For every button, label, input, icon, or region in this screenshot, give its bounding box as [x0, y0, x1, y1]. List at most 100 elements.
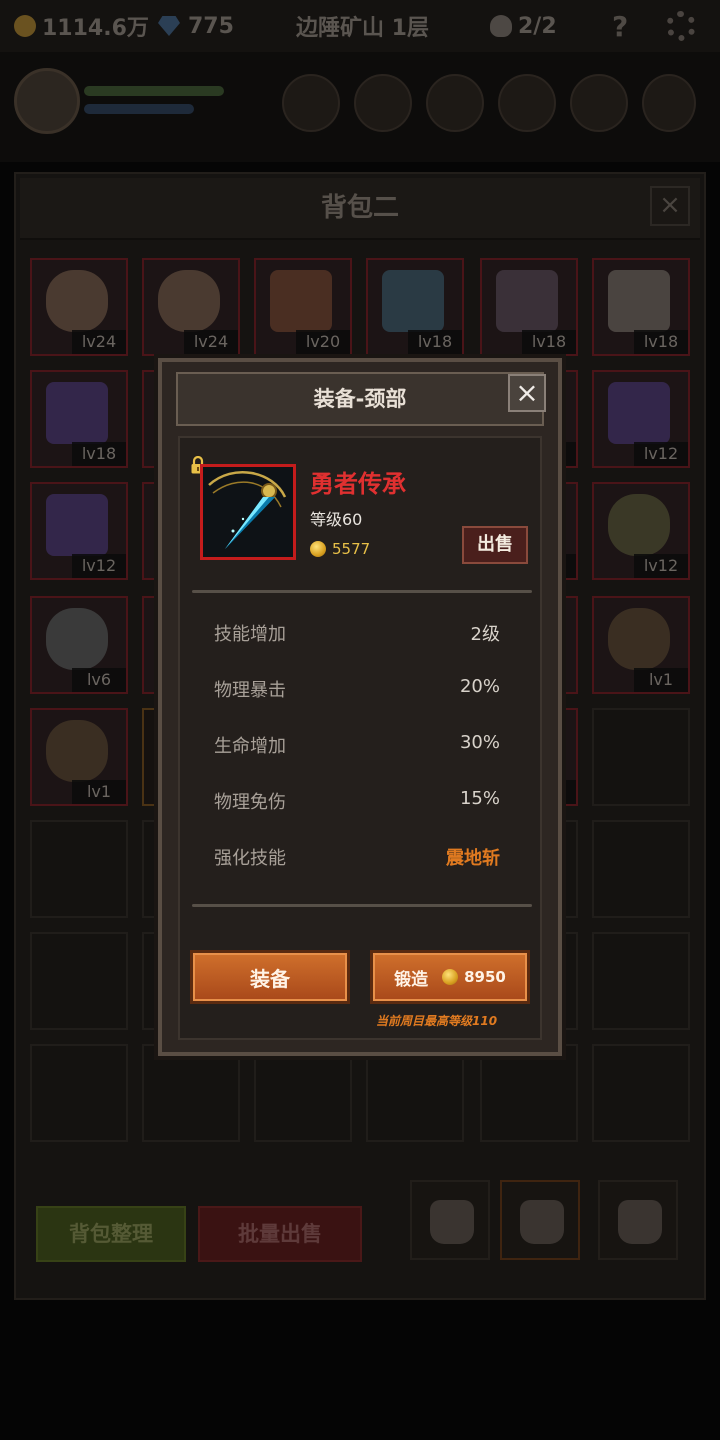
inventory-slot[interactable] [30, 820, 128, 918]
inventory-slot[interactable] [30, 1044, 128, 1142]
item-level: 等级60 [310, 510, 363, 529]
stat-value: 20% [459, 676, 500, 697]
inventory-slot[interactable]: lv18 [592, 258, 690, 356]
item-sell-price: 5577 [310, 540, 370, 558]
stat-row: 强化技能 震地斩 [214, 844, 500, 874]
dialog-close-button[interactable]: × [508, 374, 546, 412]
hero-portrait[interactable] [14, 68, 80, 134]
inventory-slot[interactable] [254, 1044, 352, 1142]
gold-coin-icon [442, 969, 459, 985]
horned-helmet-icon [158, 270, 220, 332]
inventory-slot[interactable] [480, 1044, 578, 1142]
divider [192, 904, 532, 907]
forge-cost: 8950 [464, 968, 506, 986]
inventory-slot[interactable]: lv24 [30, 258, 128, 356]
stat-label: 物理暴击 [214, 680, 286, 701]
stat-row: 物理免伤 15% [214, 788, 500, 818]
item-level-badge: lv18 [522, 330, 576, 354]
item-level-badge: lv24 [184, 330, 238, 354]
gem-amount: 775 [188, 13, 234, 39]
location-text: 边陲矿山 1层 [296, 16, 429, 41]
inventory-slot[interactable]: lv12 [592, 482, 690, 580]
gold-coin-icon [14, 15, 36, 37]
skill-slot[interactable] [354, 74, 412, 132]
inventory-slot[interactable] [366, 1044, 464, 1142]
inventory-slot[interactable] [592, 708, 690, 806]
inventory-slot[interactable]: lv6 [30, 596, 128, 694]
equipment-detail-dialog: 装备-颈部 × 勇者传承 等级60 5577 出售 技能增加 2级 物理暴击 2… [158, 358, 562, 1056]
item-level-badge: lv1 [634, 668, 688, 692]
inventory-slot[interactable]: lv12 [30, 482, 128, 580]
amulet-icon [608, 382, 670, 444]
gold-amount: 1114.6万 [42, 16, 149, 41]
backpack-title-text: 背包二 [320, 193, 399, 223]
sort-backpack-button[interactable]: 背包整理 [36, 1206, 186, 1262]
inventory-slot[interactable]: lv1 [592, 596, 690, 694]
backpack-tab-3[interactable] [598, 1180, 678, 1260]
amulet-icon [46, 494, 108, 556]
sword-icon [608, 270, 670, 332]
help-icon: ? [612, 9, 629, 43]
divider [192, 590, 532, 593]
stat-label: 物理免伤 [214, 792, 286, 813]
forge-button[interactable]: 锻造 8950 [370, 950, 530, 1004]
stat-label: 强化技能 [214, 848, 286, 869]
item-level-badge: lv18 [634, 330, 688, 354]
round-shield-icon [608, 494, 670, 556]
item-level-badge: lv24 [72, 330, 126, 354]
dialog-title: 装备-颈部 [313, 387, 407, 411]
inventory-slot[interactable] [592, 820, 690, 918]
item-icon-frame [200, 464, 296, 560]
wooden-shield-icon [608, 608, 670, 670]
stat-value: 2级 [470, 624, 500, 645]
settings-button[interactable] [666, 11, 696, 41]
horned-helmet-icon [46, 270, 108, 332]
skill-slot[interactable] [426, 74, 484, 132]
inventory-slot[interactable]: lv18 [30, 370, 128, 468]
top-bar: 1114.6万 775 边陲矿山 1层 2/2 ? [0, 0, 720, 52]
skill-slot[interactable] [282, 74, 340, 132]
batch-sell-button[interactable]: 批量出售 [198, 1206, 362, 1262]
inventory-slot[interactable] [142, 1044, 240, 1142]
backpack-close-button[interactable]: × [650, 186, 690, 226]
skill-slot[interactable] [498, 74, 556, 132]
pendant-icon [203, 467, 293, 557]
enhanced-skill-value: 震地斩 [446, 848, 500, 869]
amulet-icon [46, 382, 108, 444]
close-icon: × [515, 376, 539, 409]
inventory-slot[interactable]: lv20 [254, 258, 352, 356]
help-button[interactable]: ? [612, 9, 629, 43]
sell-button[interactable]: 出售 [462, 526, 528, 564]
inventory-slot[interactable]: lv1 [30, 708, 128, 806]
skull-count: 2/2 [518, 13, 557, 39]
inventory-slot[interactable]: lv24 [142, 258, 240, 356]
pickaxe-icon [270, 270, 332, 332]
inventory-slot[interactable]: lv18 [366, 258, 464, 356]
inventory-slot[interactable] [30, 932, 128, 1030]
inventory-slot[interactable]: lv12 [592, 370, 690, 468]
dialog-body: 勇者传承 等级60 5577 出售 技能增加 2级 物理暴击 20% 生命增加 … [178, 436, 542, 1040]
item-price-value: 5577 [332, 540, 371, 558]
backpack-title: 背包二 [20, 178, 700, 240]
item-name: 勇者传承 [310, 470, 406, 498]
inventory-slot[interactable]: lv18 [480, 258, 578, 356]
backpack-tab-2[interactable] [500, 1180, 580, 1260]
battle-axe-icon [382, 270, 444, 332]
skull-counter: 2/2 [490, 12, 557, 40]
equip-button-label: 装备 [250, 966, 290, 991]
gear-icon [666, 11, 696, 41]
gold-coin-icon [310, 541, 326, 557]
skill-slot[interactable] [642, 74, 696, 132]
backpack-icon [430, 1200, 474, 1244]
equip-button[interactable]: 装备 [190, 950, 350, 1004]
inventory-slot[interactable] [592, 932, 690, 1030]
backpack-icon [520, 1200, 564, 1244]
stat-row: 物理暴击 20% [214, 676, 500, 706]
wooden-shield-icon [46, 720, 108, 782]
hero-hp-bar [84, 86, 224, 96]
skill-slot[interactable] [570, 74, 628, 132]
hero-strip [0, 52, 720, 162]
inventory-slot[interactable] [592, 1044, 690, 1142]
backpack-tab-1[interactable] [410, 1180, 490, 1260]
stat-label: 生命增加 [214, 736, 286, 757]
